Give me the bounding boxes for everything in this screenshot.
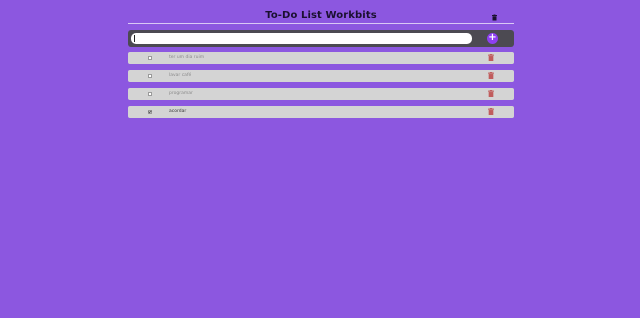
task-checkbox[interactable] xyxy=(148,56,152,60)
task-row: acordar xyxy=(128,106,514,118)
task-row: lavar café xyxy=(128,70,514,82)
task-label: programar xyxy=(169,91,193,96)
add-task-button[interactable]: + xyxy=(487,33,498,44)
task-row: ter um dia ruim xyxy=(128,52,514,64)
task-label: ter um dia ruim xyxy=(169,55,205,60)
task-row: programar xyxy=(128,88,514,100)
trash-icon[interactable] xyxy=(492,14,497,21)
header: To-Do List Workbits xyxy=(128,0,514,24)
task-input[interactable] xyxy=(131,33,472,44)
task-checkbox[interactable] xyxy=(148,74,152,78)
page-title: To-Do List Workbits xyxy=(265,10,377,21)
todo-app: To-Do List Workbits + ter um dia ruim la… xyxy=(128,0,514,118)
task-label: lavar café xyxy=(169,73,192,78)
plus-icon: + xyxy=(488,32,497,43)
delete-task-icon[interactable] xyxy=(488,108,494,115)
task-checkbox[interactable] xyxy=(148,92,152,96)
text-caret xyxy=(134,35,135,42)
task-label: acordar xyxy=(169,109,187,114)
task-checkbox[interactable] xyxy=(148,110,152,114)
delete-task-icon[interactable] xyxy=(488,72,494,79)
delete-task-icon[interactable] xyxy=(488,54,494,61)
delete-task-icon[interactable] xyxy=(488,90,494,97)
task-input-bar: + xyxy=(128,30,514,47)
task-list: ter um dia ruim lavar café programar aco… xyxy=(128,52,514,124)
